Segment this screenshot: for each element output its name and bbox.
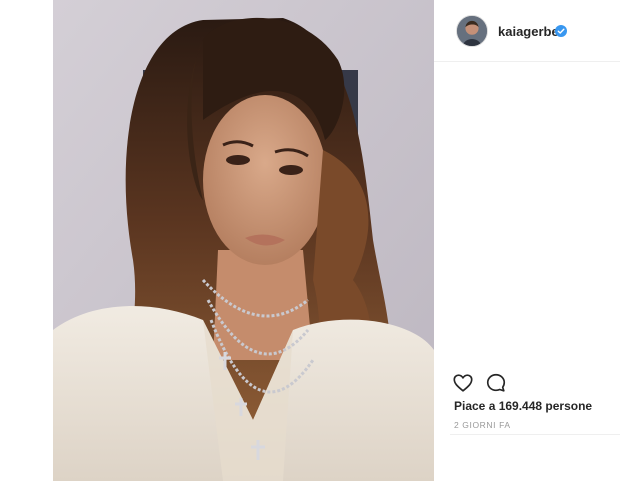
portrait-image bbox=[53, 0, 434, 481]
comment-button[interactable] bbox=[485, 372, 507, 394]
comment-icon bbox=[486, 373, 506, 392]
post-header: kaiagerber bbox=[434, 0, 620, 62]
post-photo[interactable] bbox=[53, 0, 434, 481]
post-actions bbox=[452, 372, 612, 394]
instagram-post: kaiagerber Piace a 169.448 persone 2 GIO… bbox=[0, 0, 620, 481]
avatar[interactable] bbox=[456, 15, 488, 47]
divider bbox=[450, 434, 620, 435]
avatar-image bbox=[457, 16, 487, 46]
verified-badge-icon bbox=[555, 25, 567, 37]
heart-icon bbox=[453, 374, 473, 392]
username-link[interactable]: kaiagerber bbox=[498, 24, 564, 39]
likes-count[interactable]: Piace a 169.448 persone bbox=[454, 399, 592, 413]
post-sidebar: kaiagerber Piace a 169.448 persone 2 GIO… bbox=[434, 0, 620, 481]
like-button[interactable] bbox=[452, 372, 474, 394]
post-timestamp[interactable]: 2 GIORNI FA bbox=[454, 420, 511, 430]
